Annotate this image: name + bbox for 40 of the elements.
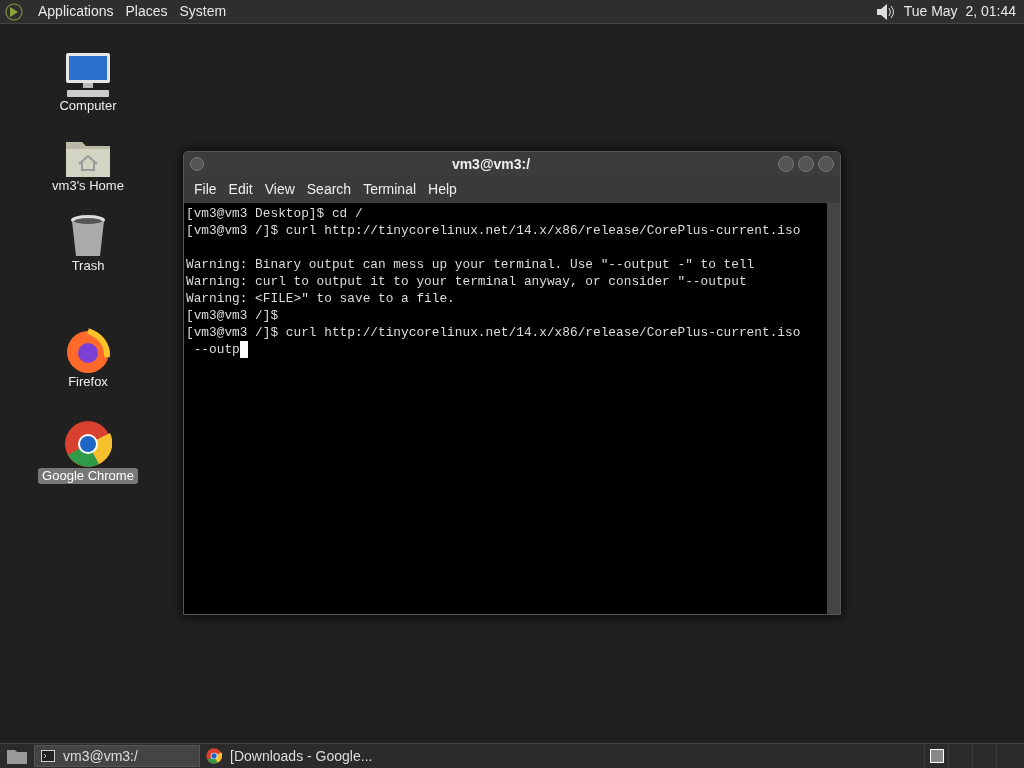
desktop-icon-label[interactable]: vm3's Home: [48, 178, 128, 194]
menu-item[interactable]: Help: [422, 179, 463, 200]
window-title: vm3@vm3:/: [450, 154, 532, 174]
clock[interactable]: Tue May 2, 01:44: [903, 1, 1016, 22]
window-menu-button[interactable]: [190, 157, 204, 171]
show-desktop-icon[interactable]: [6, 747, 28, 765]
terminal-line: Warning: curl to output it to your terminal anyway, or consider "--output: [186, 273, 748, 290]
taskbar-button[interactable]: vm3@vm3:/: [34, 745, 200, 767]
scrollbar[interactable]: [827, 203, 840, 614]
taskbar-button[interactable]: [Downloads - Google...: [200, 745, 379, 767]
menu-item[interactable]: File: [188, 179, 223, 200]
terminal-icon: [41, 750, 55, 762]
chrome-icon: [64, 420, 112, 468]
terminal-line: Warning: <FILE>" to save to a file.: [186, 290, 456, 307]
terminal-line: Warning: Binary output can mess up your terminal. Use "--output -" to tell: [186, 256, 756, 273]
terminal-line: [vm3@vm3 /]$ curl http://tinycorelinux.net/14.x/x86/release/CorePlus-current.iso: [186, 222, 802, 239]
desktop-icon-label[interactable]: Firefox: [64, 374, 112, 390]
menu-logo-icon[interactable]: [4, 1, 24, 22]
menu-item[interactable]: Search: [300, 179, 358, 200]
close-button[interactable]: [818, 156, 834, 172]
workspace-thumbnail-icon: [929, 749, 944, 763]
menu-item[interactable]: View: [258, 179, 301, 200]
panel-menu[interactable]: System: [173, 0, 233, 23]
text-cursor: [239, 341, 248, 358]
menu-item[interactable]: Edit: [222, 179, 259, 200]
chrome-icon: [206, 748, 222, 764]
minimize-button[interactable]: [778, 156, 794, 172]
menu-item[interactable]: Terminal: [357, 179, 423, 200]
desktop-icon-label[interactable]: Computer: [55, 98, 121, 114]
terminal-line: [vm3@vm3 /]$: [186, 307, 280, 324]
terminal-line: [vm3@vm3 /]$ curl http://tinycorelinux.net/14.x/x86/release/CorePlus-current.iso: [186, 324, 802, 341]
computer-icon: [63, 52, 113, 98]
desktop-icon-label[interactable]: Trash: [67, 258, 109, 274]
panel-menu[interactable]: Applications: [32, 0, 120, 23]
terminal-line: [vm3@vm3 Desktop]$ cd /: [186, 205, 364, 222]
maximize-button[interactable]: [798, 156, 814, 172]
terminal-line: --outp: [192, 341, 240, 358]
trash-icon: [69, 214, 107, 258]
panel-menu[interactable]: Places: [119, 0, 174, 23]
desktop-icon-label[interactable]: Google Chrome: [38, 468, 138, 484]
